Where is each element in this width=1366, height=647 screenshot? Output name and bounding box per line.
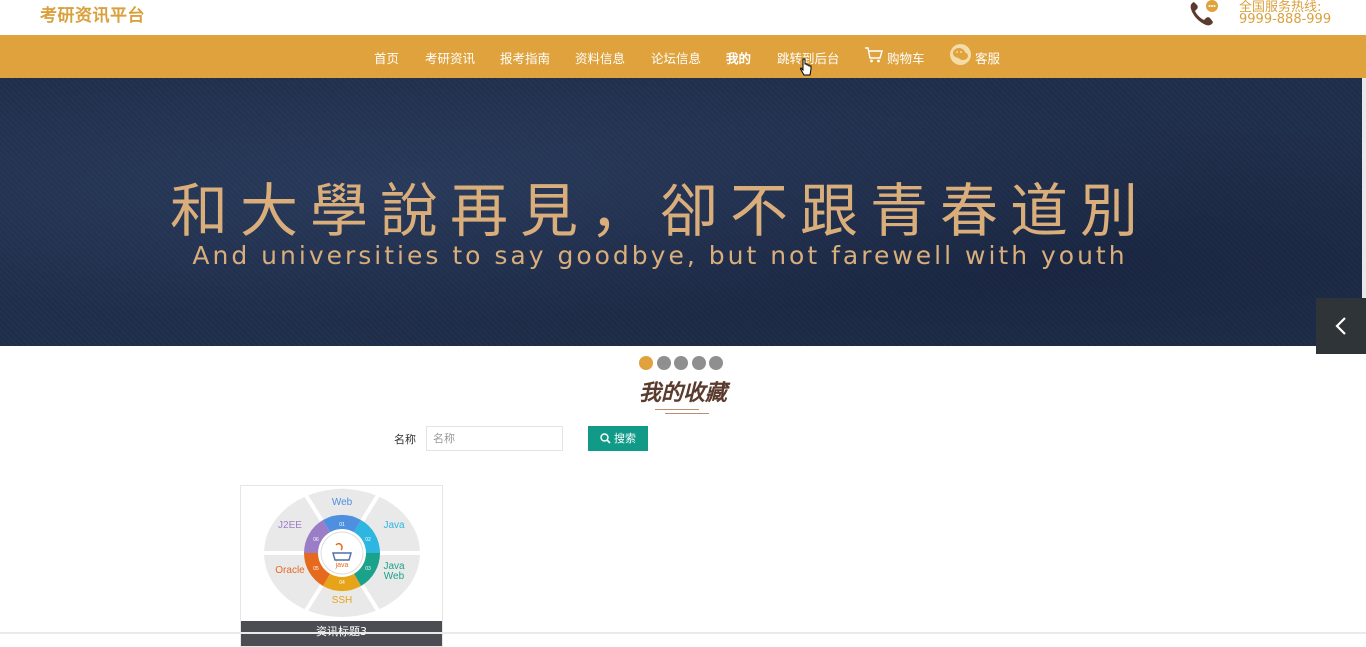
nav-item-materials[interactable]: 资料信息 <box>575 48 625 67</box>
main-nav: 首页 考研资讯 报考指南 资料信息 论坛信息 我的 跳转到后台 购物车 客服 <box>0 35 1366 78</box>
section-title: 我的收藏 <box>638 381 727 406</box>
card-caption[interactable]: 资讯标题3 <box>241 621 442 646</box>
svg-text:04: 04 <box>339 580 345 586</box>
nav-item-guide[interactable]: 报考指南 <box>500 48 550 67</box>
nav-item-news[interactable]: 考研资讯 <box>425 48 475 67</box>
svg-text:J2EE: J2EE <box>278 520 302 531</box>
svg-text:05: 05 <box>313 566 319 572</box>
svg-text:02: 02 <box>365 537 371 543</box>
nav-item-cart[interactable]: 购物车 <box>887 48 925 67</box>
search-button-label: 搜索 <box>614 432 636 446</box>
carousel-dot[interactable] <box>674 356 688 370</box>
site-title[interactable]: 考研资讯平台 <box>40 1 145 26</box>
svg-text:06: 06 <box>313 537 319 543</box>
carousel-indicators <box>639 356 729 370</box>
nav-item-service[interactable]: 客服 <box>975 48 1000 67</box>
mouse-cursor-icon <box>800 58 812 76</box>
carousel-dot[interactable] <box>692 356 706 370</box>
chevron-left-icon <box>1335 317 1346 335</box>
nav-item-mine[interactable]: 我的 <box>726 48 751 67</box>
nav-item-forum[interactable]: 论坛信息 <box>651 48 701 67</box>
svg-text:Oracle: Oracle <box>275 565 305 576</box>
top-header: 考研资讯平台 全国服务热线: 9999-888-999 <box>0 0 1366 35</box>
banner-carousel[interactable]: 和大學說再見，卻不跟青春道別 And universities to say g… <box>0 78 1366 346</box>
search-input[interactable] <box>426 426 563 451</box>
svg-text:Java: Java <box>383 520 405 531</box>
card-image: java 01 02 03 04 05 06 Web Java Java Web… <box>241 486 442 621</box>
banner-title-en: And universities to say goodbye, but not… <box>192 241 1128 270</box>
wechat-icon[interactable] <box>950 44 971 65</box>
java-logo-label: java <box>335 562 349 569</box>
svg-text:Web: Web <box>384 571 405 582</box>
hotline-number: 9999-888-999 <box>1239 12 1332 27</box>
title-divider <box>655 409 699 410</box>
title-divider <box>665 413 709 414</box>
search-button[interactable]: 搜索 <box>588 426 648 451</box>
favorite-card[interactable]: java 01 02 03 04 05 06 Web Java Java Web… <box>240 485 443 647</box>
carousel-dot[interactable] <box>709 356 723 370</box>
cart-icon[interactable] <box>864 46 884 64</box>
svg-text:SSH: SSH <box>332 595 353 606</box>
svg-text:03: 03 <box>365 566 371 572</box>
phone-icon <box>1190 0 1218 26</box>
nav-item-home[interactable]: 首页 <box>374 48 399 67</box>
carousel-prev-button[interactable] <box>1316 298 1366 354</box>
search-icon <box>600 433 611 444</box>
banner-title-cn: 和大學說再見，卻不跟青春道別 <box>169 177 1150 245</box>
search-label: 名称 <box>394 433 416 446</box>
carousel-dot[interactable] <box>657 356 671 370</box>
carousel-dot[interactable] <box>639 356 653 370</box>
svg-text:Web: Web <box>332 497 353 508</box>
svg-text:01: 01 <box>339 522 345 528</box>
